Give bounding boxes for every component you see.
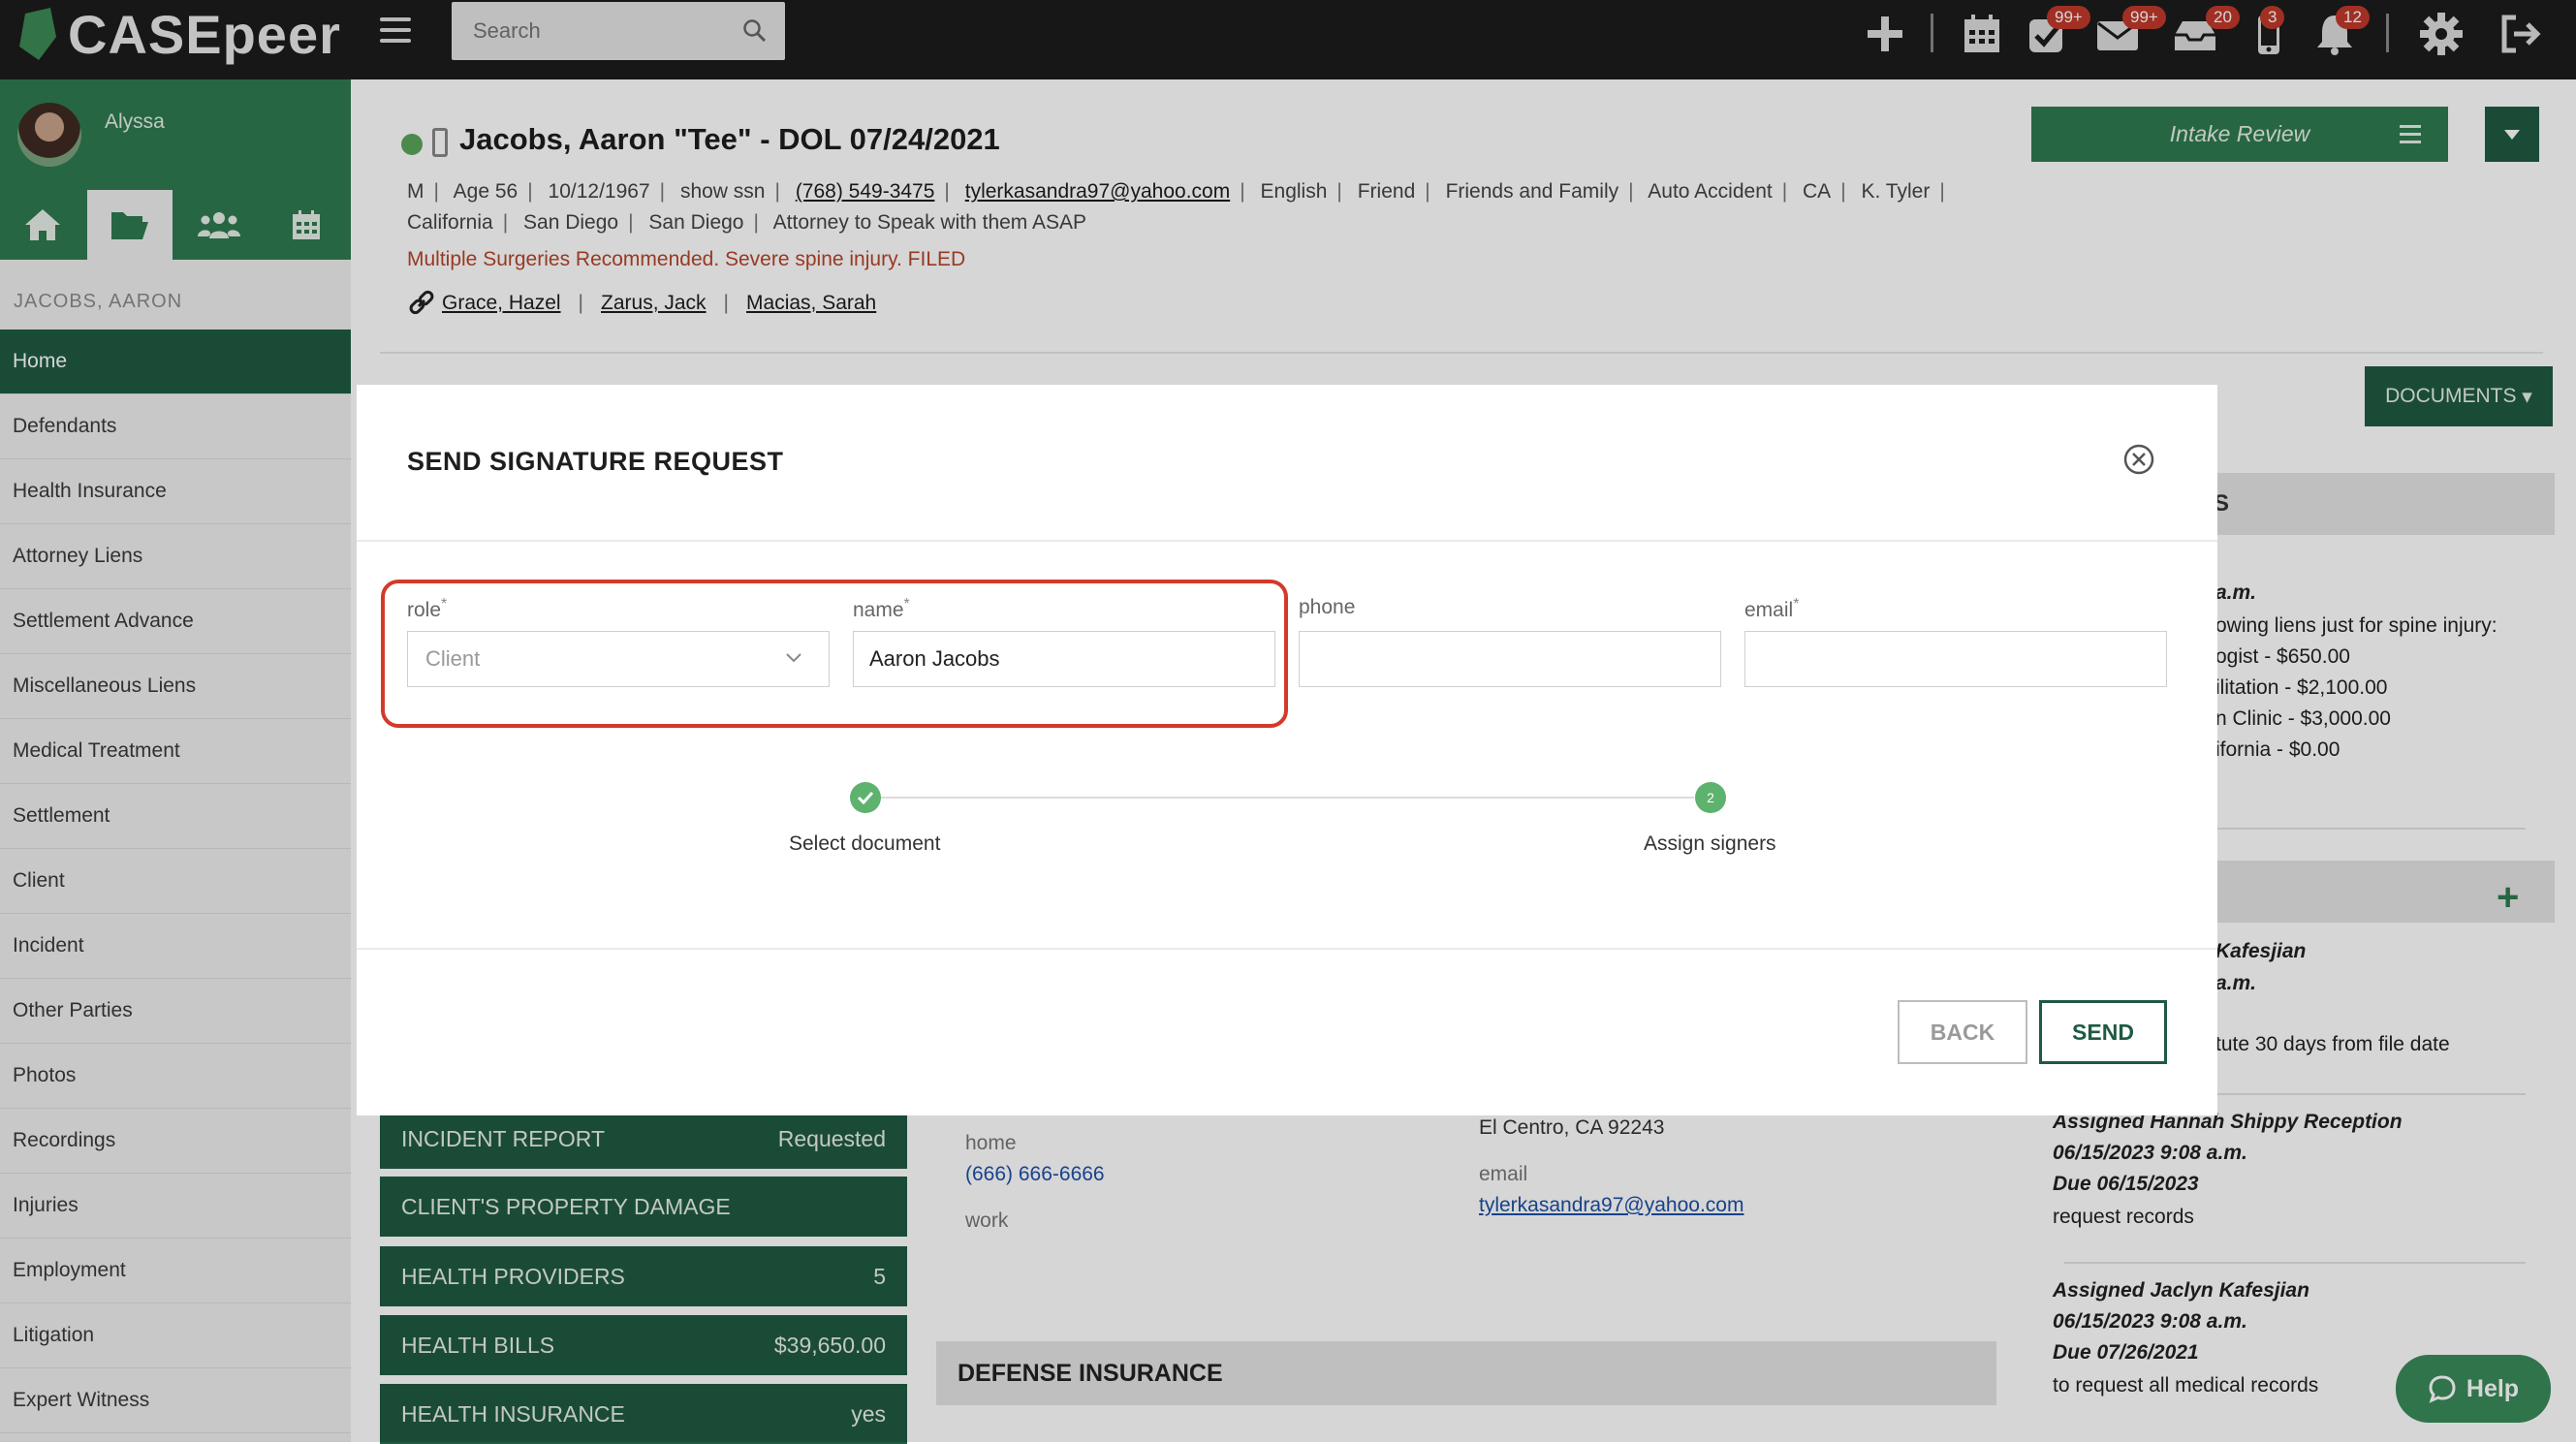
stepper-line: [880, 797, 1694, 799]
name-label: name*: [853, 596, 910, 621]
close-icon[interactable]: [2122, 443, 2155, 476]
step-label-assign-signers: Assign signers: [1644, 832, 1776, 855]
send-signature-request-modal: SEND SIGNATURE REQUEST role* Client name…: [357, 385, 2217, 1115]
phone-input[interactable]: [1299, 631, 1721, 687]
send-button[interactable]: SEND: [2039, 1000, 2167, 1064]
email-input[interactable]: [1744, 631, 2167, 687]
back-button[interactable]: BACK: [1898, 1000, 2027, 1064]
role-label: role*: [407, 596, 448, 621]
step-number-indicator: 2: [1695, 782, 1726, 813]
divider: [357, 948, 2217, 950]
name-input[interactable]: [853, 631, 1275, 687]
check-icon: [857, 791, 874, 804]
modal-title: SEND SIGNATURE REQUEST: [407, 447, 784, 476]
role-selected-value: Client: [425, 646, 481, 671]
divider: [357, 540, 2217, 542]
step-complete-indicator: [850, 782, 881, 813]
step-label-select-document: Select document: [789, 832, 941, 855]
role-select[interactable]: Client: [407, 631, 830, 687]
chevron-down-icon: [786, 653, 801, 663]
phone-label: phone: [1299, 596, 1356, 618]
email-label: email*: [1744, 596, 1800, 621]
